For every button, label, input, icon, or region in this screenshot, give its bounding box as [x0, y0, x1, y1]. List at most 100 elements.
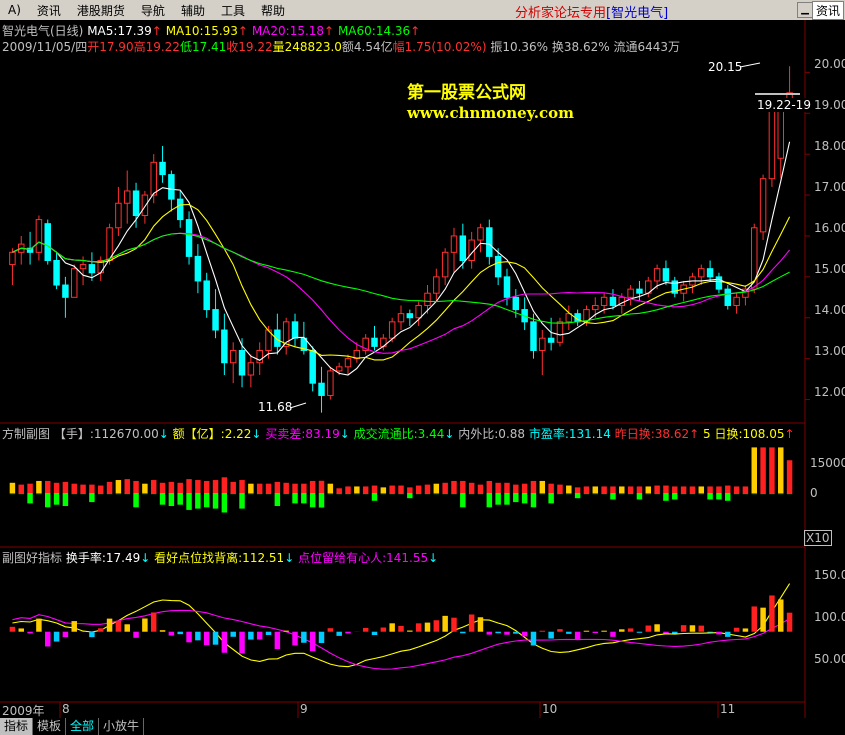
- indicator-bar: [327, 628, 334, 632]
- volume-bar-down: [274, 493, 281, 506]
- indicator-bar: [654, 624, 660, 632]
- volume-bar-up: [751, 447, 757, 493]
- candle-body: [88, 264, 96, 274]
- indicator-bar: [186, 631, 192, 643]
- volume-bar-down: [548, 493, 554, 504]
- menu-left-stub[interactable]: A): [0, 3, 29, 17]
- volume-bar-up: [133, 480, 139, 493]
- price-axis-13: 13.00: [814, 344, 845, 358]
- indicator-bar: [442, 615, 448, 632]
- low-price-marker: 11.68: [258, 400, 293, 414]
- volume-bar-up: [168, 481, 175, 493]
- menu-item-tools[interactable]: 工具: [213, 2, 253, 19]
- prev-day-turnover: 昨日换:38.62: [614, 427, 690, 441]
- ind-note-level: 点位留给有心人:141.55: [298, 551, 429, 565]
- volume-bar-down: [725, 493, 731, 501]
- indicator-bar: [9, 626, 16, 632]
- vol-down-arrow-icon: ↓: [158, 427, 169, 441]
- stock-chart-area[interactable]: [0, 20, 845, 718]
- candle-body: [706, 268, 714, 278]
- menu-item-navigate[interactable]: 导航: [133, 2, 173, 19]
- bottom-tab-bar: 指标 模板 全部 小放牛: [0, 718, 845, 735]
- menu-item-assist[interactable]: 辅助: [173, 2, 213, 19]
- volume-bar-up: [513, 484, 519, 493]
- price-axis-20: 20.00: [814, 57, 845, 71]
- candle-body: [309, 349, 316, 384]
- note-level-line: [12, 609, 790, 670]
- volume-bar-up: [159, 482, 166, 493]
- candle-body: [433, 276, 440, 294]
- inner-outer-ratio: 内外比:0.88: [458, 427, 526, 441]
- watermark-site-name: 第一股票公式网: [407, 83, 526, 103]
- window-minimize-icon[interactable]: ▁: [797, 2, 813, 18]
- pe-ratio: 市盈率:131.14: [528, 427, 611, 441]
- volume-bar-up: [451, 480, 457, 493]
- volume-bar-down: [89, 493, 95, 503]
- volume-bar-down: [389, 493, 395, 495]
- tab-indicator[interactable]: 指标: [0, 718, 34, 735]
- volume-bar-down: [460, 493, 466, 508]
- volume-bar-down: [636, 493, 643, 500]
- candle-body: [662, 268, 670, 282]
- volume-bar-up: [80, 484, 86, 493]
- volume-bar-down: [142, 493, 148, 495]
- candle-body: [600, 296, 608, 306]
- change-value: 幅1.75(10.02%): [392, 40, 487, 54]
- ind-note-down-arrow-icon: ↓: [428, 551, 439, 565]
- chart-frame: [0, 20, 810, 718]
- indicator-bar: [221, 631, 228, 653]
- volume-bar-down: [486, 493, 493, 508]
- indicator-bar: [53, 631, 60, 642]
- volume-bar-down: [566, 493, 572, 495]
- low-marker-arrow: [289, 402, 307, 409]
- volume-bar-up: [592, 486, 599, 493]
- volume-bar-up: [468, 482, 475, 493]
- indicator-bar: [530, 631, 537, 646]
- indicator-bar: [301, 631, 307, 643]
- volume-bar-up: [301, 483, 307, 493]
- indicator-bar: [212, 631, 219, 645]
- main-info-line2: 2009/11/05/四开17.90高19.22低17.41收19.22量248…: [2, 38, 680, 55]
- candle-body: [344, 358, 352, 368]
- info-search-button[interactable]: 资讯: [812, 1, 845, 20]
- indicator-bar: [336, 631, 342, 636]
- candle-body: [486, 227, 493, 257]
- ind-axis-100: 100.00: [814, 610, 845, 624]
- volume-bar-down: [195, 493, 201, 509]
- volume-bar-up: [477, 484, 484, 493]
- tab-xiaofangniu[interactable]: 小放牛: [99, 718, 145, 735]
- tab-template[interactable]: 模板: [33, 718, 67, 735]
- volume-bar-down: [601, 493, 607, 495]
- volume-bar-down: [477, 493, 484, 495]
- volume-bar-up: [195, 480, 201, 493]
- indicator-bar: [274, 631, 281, 650]
- volume-bar-up: [725, 485, 731, 493]
- x10-scale-button[interactable]: X10: [804, 530, 832, 546]
- ma5-value: MA5:17.39: [87, 24, 152, 38]
- volume-bar-up: [221, 477, 228, 493]
- indicator-bar: [707, 631, 713, 633]
- volume-bar-down: [689, 493, 696, 495]
- volume-bar-up: [45, 480, 51, 493]
- indicator-bar: [18, 628, 24, 632]
- volume-bar-down: [424, 493, 431, 495]
- volume-bar-down: [115, 493, 122, 495]
- tab-all[interactable]: 全部: [66, 718, 100, 735]
- volume-bar-up: [627, 486, 634, 493]
- volume-bar-up: [18, 484, 24, 493]
- candle-body: [751, 227, 758, 290]
- indicator-bar: [574, 631, 581, 640]
- menu-item-help[interactable]: 帮助: [253, 2, 293, 19]
- indicator-bar: [548, 631, 554, 639]
- volume-bar-down: [751, 493, 757, 495]
- candlestick-series: [9, 66, 793, 413]
- open-value: 开17.90: [87, 40, 134, 54]
- volume-bar-up: [124, 479, 130, 493]
- volume-bar-up: [663, 485, 669, 493]
- menu-item-hk-futures[interactable]: 港股期货: [69, 2, 133, 19]
- volume-bar-down: [742, 493, 749, 495]
- candle-body: [477, 227, 484, 241]
- indicator-bar: [142, 618, 148, 632]
- volume-bar-up: [53, 482, 60, 493]
- menu-item-info[interactable]: 资讯: [29, 2, 69, 19]
